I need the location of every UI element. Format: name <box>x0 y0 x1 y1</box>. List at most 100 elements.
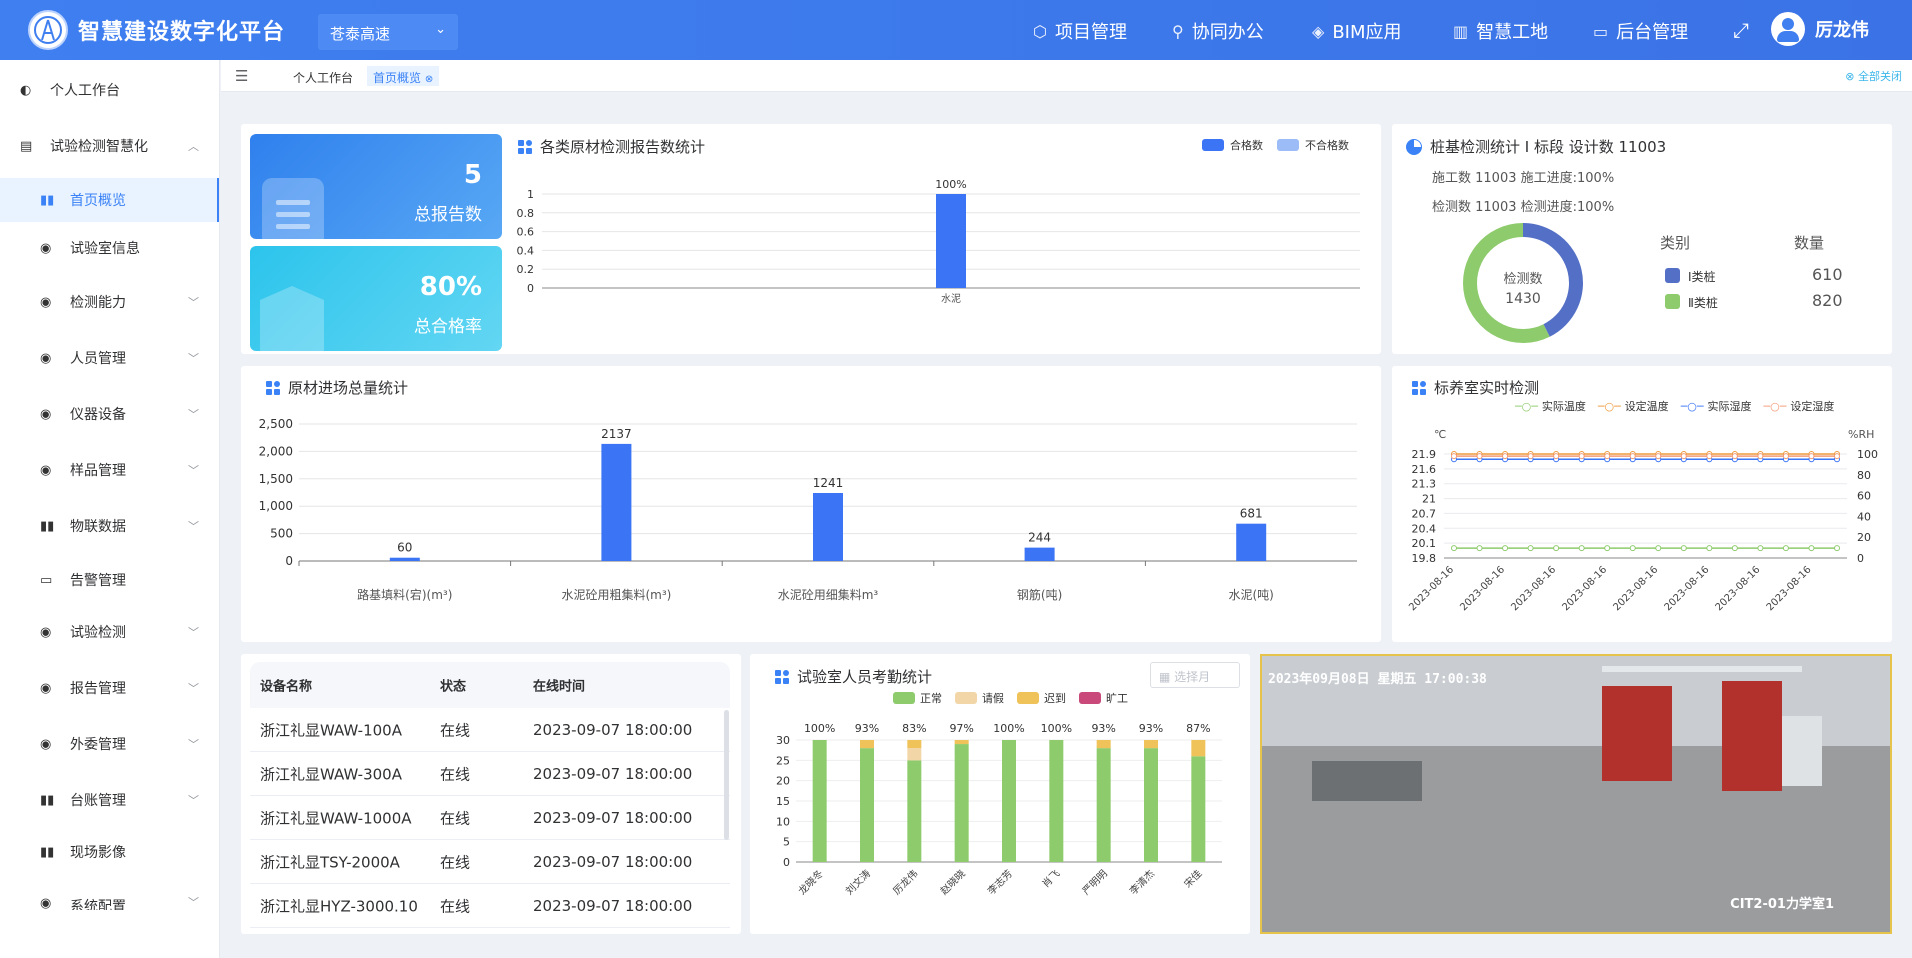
legend-label[interactable]: 设定温度 <box>1625 398 1669 414</box>
device-status: 在线 <box>440 853 471 871</box>
y2-tick-label: 100 <box>1857 448 1878 461</box>
legend-swatch-pass <box>1202 139 1224 151</box>
sidebar-item-test-detection[interactable]: ◉ 试验检测 ﹀ <box>0 612 219 652</box>
sidebar-item-alarms[interactable]: ▭ 告警管理 <box>0 560 219 600</box>
sidebar-item-equipment[interactable]: ◉ 仪器设备 ﹀ <box>0 394 219 434</box>
close-icon[interactable]: ⊗ <box>425 74 433 85</box>
data-point <box>1680 453 1687 460</box>
legend-label[interactable]: 不合格数 <box>1305 137 1349 153</box>
sidebar-item-iot[interactable]: ▮▮ 物联数据 ﹀ <box>0 506 219 546</box>
nav-collaboration[interactable]: ⚲ 协同办公 <box>1172 18 1264 44</box>
table-scrollbar[interactable] <box>724 710 729 840</box>
table-row[interactable]: 浙江礼显HYZ-3000.10 在线 2023-09-07 18:00:00 <box>250 884 730 928</box>
nav-project-management[interactable]: ⬡ 项目管理 <box>1033 18 1127 44</box>
legend-swatch-late <box>1017 692 1039 704</box>
pile-class1-value: 610 <box>1812 265 1843 284</box>
y-tick-label: 10 <box>776 815 790 828</box>
tab-workbench[interactable]: 个人工作台 <box>287 66 359 86</box>
legend-label[interactable]: 实际温度 <box>1542 398 1586 414</box>
nav-smart-site[interactable]: ▥ 智慧工地 <box>1453 18 1548 44</box>
app-title: 智慧建设数字化平台 <box>78 20 286 45</box>
data-point <box>1578 453 1585 460</box>
report-chart-title-text: 各类原材检测报告数统计 <box>540 138 706 156</box>
camera-feed[interactable]: 2023年09月08日 星期五 17:00:38 CIT2-01力学室1 <box>1260 654 1892 934</box>
close-all-label: 全部关闭 <box>1858 70 1902 83</box>
data-point <box>1476 545 1483 552</box>
data-label: 2137 <box>601 427 632 441</box>
x-tick-label: 李清杰 <box>1127 867 1157 897</box>
curing-legend: ─○─ 实际温度 ─○─ 设定温度 ─○─ 实际湿度 ─○─ 设定湿度 <box>1515 398 1834 414</box>
x-tick-label: 钢筋(吨) <box>1017 587 1062 602</box>
fullscreen-icon[interactable]: ⤢ <box>1733 18 1749 42</box>
menu-collapse-icon[interactable]: ☰ <box>235 67 248 85</box>
device-status: 在线 <box>440 809 471 827</box>
legend-swatch-class2 <box>1665 294 1680 309</box>
pie-icon <box>1406 138 1422 155</box>
chevron-down-icon: ﹀ <box>188 520 199 533</box>
sidebar-item-system[interactable]: ◉ 系统配置 ﹀ <box>0 884 219 910</box>
legend-label[interactable]: 合格数 <box>1230 137 1263 153</box>
cube-icon: ⬡ <box>1033 21 1047 41</box>
x-tick-label: 赵晓晓 <box>937 867 967 897</box>
sidebar-item-personnel[interactable]: ◉ 人员管理 ﹀ <box>0 338 219 378</box>
chevron-down-icon: ﹀ <box>188 408 199 421</box>
table-row[interactable]: 浙江礼显WAW-300A 在线 2023-09-07 18:00:00 <box>250 752 730 796</box>
sidebar-item-testing[interactable]: ▤ 试验检测智慧化 ︿ <box>0 126 219 166</box>
y-tick-label: 1,000 <box>259 499 293 513</box>
table-row[interactable]: 浙江礼显TSY-2000A 在线 2023-09-07 18:00:00 <box>250 840 730 884</box>
legend-label[interactable]: 请假 <box>982 690 1004 706</box>
sidebar-item-reports[interactable]: ◉ 报告管理 ﹀ <box>0 668 219 708</box>
legend-label[interactable]: 实际湿度 <box>1708 398 1752 414</box>
material-chart-title: 原材进场总量统计 <box>266 377 408 398</box>
nav-bim[interactable]: ◈ BIM应用 <box>1312 18 1402 44</box>
legend-label[interactable]: 正常 <box>920 690 942 706</box>
sidebar: ◐ 个人工作台 ▤ 试验检测智慧化 ︿ ▮▮ 首页概览 ◉ 试验室信息 ◉ 检测… <box>0 60 220 958</box>
sidebar-item-outsourcing[interactable]: ◉ 外委管理 ﹀ <box>0 724 219 764</box>
table-row[interactable]: 浙江礼显WAW-100A 在线 2023-09-07 18:00:00 <box>250 708 730 752</box>
sidebar-item-label: 试验室信息 <box>70 241 140 257</box>
legend-label[interactable]: 迟到 <box>1044 690 1066 706</box>
x-tick-label: 宋佳 <box>1181 867 1204 890</box>
data-point <box>1451 453 1457 460</box>
username[interactable]: 厉龙伟 <box>1815 16 1869 42</box>
sidebar-item-samples[interactable]: ◉ 样品管理 ﹀ <box>0 450 219 490</box>
data-point <box>1782 453 1789 460</box>
data-point <box>1629 545 1636 552</box>
donut-label: 检测数 <box>1503 272 1543 287</box>
nav-label: BIM应用 <box>1332 22 1402 43</box>
avatar[interactable] <box>1771 12 1805 46</box>
legend-label[interactable]: 设定湿度 <box>1790 398 1834 414</box>
table-row[interactable]: 浙江礼显WAW-1000A 在线 2023-09-07 18:00:00 <box>250 796 730 840</box>
device-status: 在线 <box>440 765 471 783</box>
sidebar-item-ledger[interactable]: ▮▮ 台账管理 ﹀ <box>0 780 219 820</box>
box-icon: ◈ <box>1312 21 1325 41</box>
sidebar-item-overview[interactable]: ▮▮ 首页概览 <box>0 178 219 222</box>
data-point <box>1680 545 1687 552</box>
legend-label[interactable]: 旷工 <box>1106 690 1128 706</box>
pass-rate-tile: 80% 总合格率 <box>250 246 502 351</box>
nav-admin[interactable]: ▭ 后台管理 <box>1593 18 1688 44</box>
y-tick-label: 20 <box>776 775 790 788</box>
project-select[interactable]: 苍泰高速 ⌄ <box>318 14 458 50</box>
globe-icon: ◉ <box>40 680 52 696</box>
y-tick-label: 20.4 <box>1412 522 1437 535</box>
y-tick-label: 0.4 <box>517 244 535 257</box>
data-point <box>1782 545 1789 552</box>
data-point <box>1731 453 1738 460</box>
nav-label: 项目管理 <box>1054 22 1127 43</box>
tab-overview[interactable]: 首页概览 ⊗ <box>367 66 440 86</box>
bar-segment <box>1002 740 1016 862</box>
sidebar-item-lab-info[interactable]: ◉ 试验室信息 <box>0 228 219 268</box>
tiles-icon <box>518 139 532 154</box>
bar-chart-icon: ▮▮ <box>40 518 55 534</box>
device-online-time: 2023-09-07 18:00:00 <box>533 764 693 783</box>
sidebar-item-site-video[interactable]: ▮▮ 现场影像 <box>0 832 219 872</box>
sidebar-item-workbench[interactable]: ◐ 个人工作台 <box>0 70 219 110</box>
chevron-down-icon: ﹀ <box>188 626 199 639</box>
bar-segment <box>907 740 922 749</box>
month-picker[interactable]: ▦ 选择月 <box>1150 662 1240 688</box>
sidebar-item-capability[interactable]: ◉ 检测能力 ﹀ <box>0 282 219 322</box>
bar <box>601 443 632 561</box>
bar-segment <box>1144 740 1158 749</box>
close-all-button[interactable]: ⊗ 全部关闭 <box>1845 68 1902 84</box>
